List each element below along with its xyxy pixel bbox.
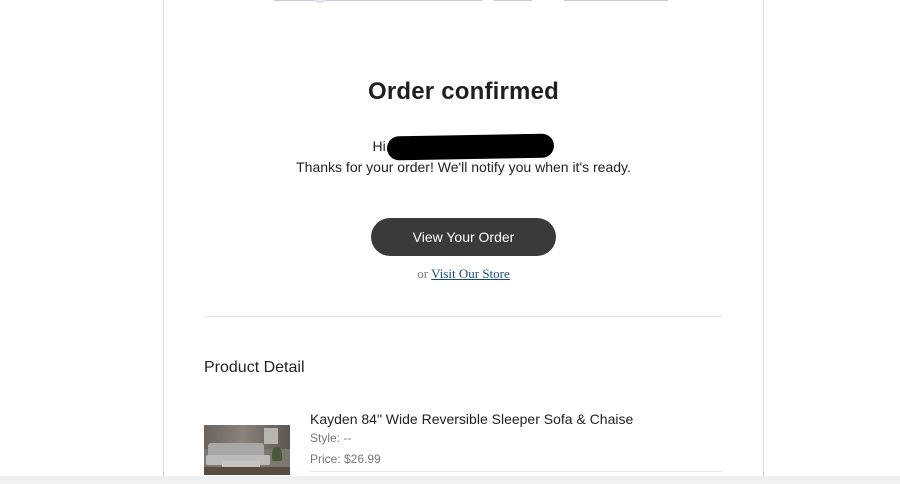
product-row-divider bbox=[310, 471, 722, 472]
header-line bbox=[564, 0, 668, 1]
product-style: Style: -- bbox=[310, 431, 352, 445]
or-text: or bbox=[417, 266, 429, 281]
visit-store-link[interactable]: Visit Our Store bbox=[431, 266, 510, 281]
product-name[interactable]: Kayden 84" Wide Reversible Sleeper Sofa … bbox=[310, 411, 633, 427]
header-line bbox=[274, 0, 482, 1]
greeting-wrapper: Hi bbox=[372, 133, 573, 161]
thumb-floor bbox=[204, 467, 290, 475]
page: Order confirmed Hi Thanks for your order… bbox=[0, 0, 900, 484]
greeting-prefix: Hi bbox=[372, 138, 386, 154]
header-image-strip bbox=[164, 0, 763, 4]
greeting-line: Hi bbox=[164, 133, 763, 161]
product-thumbnail[interactable] bbox=[204, 425, 290, 475]
header-line bbox=[494, 0, 532, 1]
header-dot bbox=[314, 0, 326, 3]
product-detail-heading: Product Detail bbox=[204, 359, 305, 376]
page-title: Order confirmed bbox=[367, 78, 560, 105]
thumb-plant bbox=[272, 447, 282, 461]
email-card: Order confirmed Hi Thanks for your order… bbox=[163, 0, 764, 484]
product-price: Price: $26.99 bbox=[310, 452, 381, 466]
thanks-message: Thanks for your order! We'll notify you … bbox=[296, 159, 631, 175]
store-link-line: or Visit Our Store bbox=[164, 266, 763, 282]
bottom-strip bbox=[0, 476, 900, 484]
thumb-window bbox=[264, 428, 278, 444]
redacted-name bbox=[386, 133, 554, 161]
view-order-button[interactable]: View Your Order bbox=[371, 218, 556, 256]
section-divider bbox=[204, 316, 722, 317]
